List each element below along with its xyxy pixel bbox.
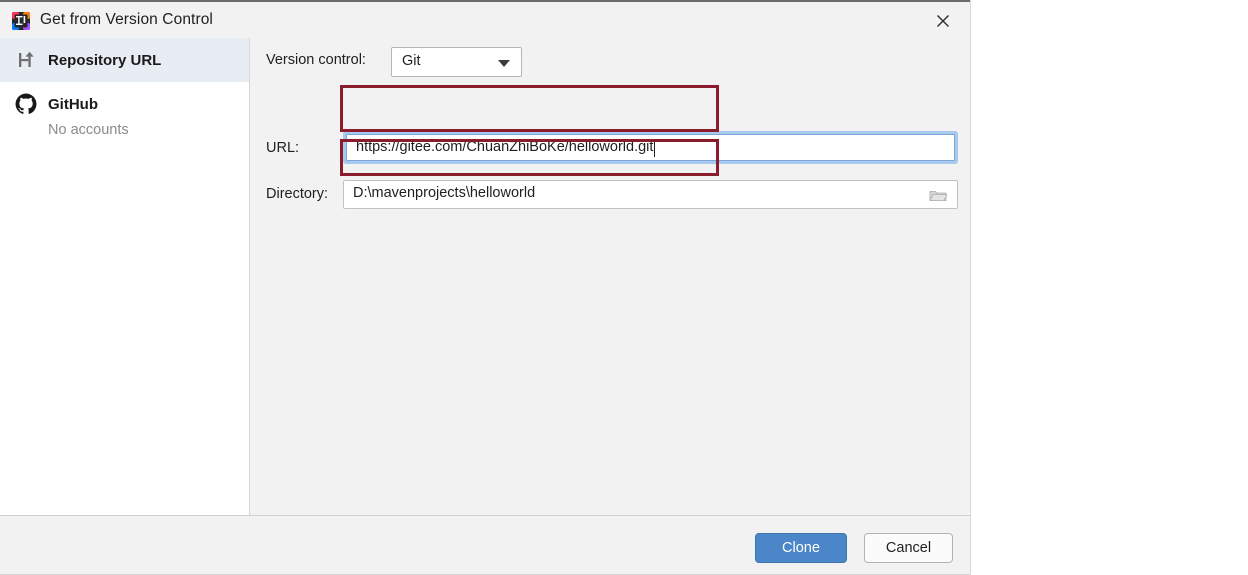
sidebar-item-github[interactable]: GitHub — [0, 82, 249, 126]
version-control-label: Version control: — [266, 52, 366, 68]
url-label: URL: — [266, 140, 300, 156]
url-input[interactable]: https://gitee.com/ChuanZhiBoKe/helloworl… — [346, 134, 955, 161]
sidebar-item-label: GitHub — [48, 95, 98, 113]
screen: Get from Version Control Repository URL … — [0, 0, 1248, 575]
vcs-branch-icon — [14, 48, 38, 72]
directory-input-value: D:\mavenprojects\helloworld — [353, 185, 536, 201]
get-from-version-control-dialog: Get from Version Control Repository URL … — [0, 0, 971, 575]
dialog-footer: Clone Cancel — [0, 515, 970, 574]
intellij-idea-icon — [11, 11, 31, 31]
url-field-focus-ring: https://gitee.com/ChuanZhiBoKe/helloworl… — [343, 131, 958, 164]
dialog-title: Get from Version Control — [40, 11, 213, 28]
text-caret — [654, 139, 656, 157]
version-control-value: Git — [402, 53, 421, 69]
close-icon[interactable] — [923, 6, 963, 36]
cancel-button[interactable]: Cancel — [864, 533, 953, 563]
dialog-content: Version control: Git URL: https://gitee.… — [251, 38, 970, 515]
url-input-value: https://gitee.com/ChuanZhiBoKe/helloworl… — [356, 139, 654, 155]
sidebar-item-label: Repository URL — [48, 51, 162, 69]
directory-input[interactable]: D:\mavenprojects\helloworld — [343, 180, 958, 209]
dialog-sidebar: Repository URL GitHub No accounts — [0, 38, 250, 515]
clone-button[interactable]: Clone — [755, 533, 847, 563]
dialog-titlebar: Get from Version Control — [0, 0, 970, 38]
sidebar-item-repository-url[interactable]: Repository URL — [0, 38, 249, 82]
version-control-select[interactable]: Git — [391, 47, 522, 77]
folder-icon[interactable] — [929, 187, 948, 203]
github-icon — [14, 92, 38, 116]
chevron-down-icon — [498, 60, 510, 67]
directory-label: Directory: — [266, 186, 329, 202]
